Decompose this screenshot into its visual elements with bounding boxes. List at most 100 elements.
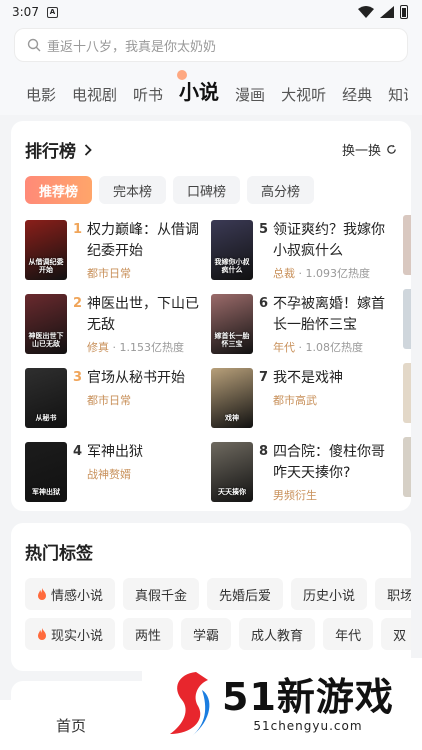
rank-number: 7 [259,370,269,385]
tab-category[interactable]: 漫画 [227,84,273,105]
tab-ranking[interactable]: 完本榜 [99,176,167,204]
book-meta: 修真 · 1.153亿热度 [87,339,211,355]
tag-chip[interactable]: 现实小说 [25,618,116,650]
cover-title: 我嫁你小叔疯什么 [214,258,250,274]
book-tag: 总裁 [273,267,295,280]
book-title: 官场从秘书开始 [87,370,185,386]
book-cover: 从借调纪委开始 [25,220,67,280]
tag-chip[interactable]: 学霸 [181,618,232,650]
tag-label: 真假千金 [135,588,188,604]
ranking-item[interactable]: 从借调纪委开始 1 权力巅峰：从借调纪委开始都市日常 [25,220,211,280]
tag-chip[interactable]: 两性 [123,618,174,650]
tab-ranking[interactable]: 推荐榜 [25,176,93,204]
book-meta: 都市高武 [273,392,397,408]
hot-tags-card: 热门标签 情感小说 真假千金 先婚后爱 历史小说 职场 现实小说 两性 学霸 成人教育 年代 双 [11,523,411,671]
book-title: 神医出世，下山已无敌 [87,296,199,333]
cover-title: 军神出狱 [32,488,60,496]
battery-icon [400,5,408,19]
header: 重返十八岁，我真是你太奶奶 电影电视剧听书小说漫画大视听经典知识 [0,24,422,115]
swap-label: 换一换 [341,144,381,159]
refresh-icon [387,144,396,154]
rank-number: 2 [73,296,83,311]
cover-title: 从借调纪委开始 [28,258,64,274]
book-meta: 都市日常 [87,392,211,408]
ranking-item[interactable]: 神医出世下山已无敌 2 神医出世，下山已无敌修真 · 1.153亿热度 [25,294,211,354]
ranking-tabs: 推荐榜 完本榜 口碑榜 高分榜 [25,176,397,204]
watermark-url: 51chengyu.com [253,719,363,733]
book-cover: 神医出世下山已无敌 [25,294,67,354]
rank-number: 4 [73,444,83,459]
tag-chip[interactable]: 职场 [375,578,411,610]
book-tag: 男频衍生 [273,489,317,502]
tab-category[interactable]: 经典 [334,84,380,105]
notification-icon: A [46,6,58,18]
tag-row: 现实小说 两性 学霸 成人教育 年代 双 [25,618,411,650]
rank-number: 3 [73,370,83,385]
book-meta: 战神赘婿 [87,466,211,482]
wifi-icon [358,6,374,18]
fire-icon [38,628,46,640]
tab-category[interactable]: 电影 [18,84,64,105]
rank-number: 1 [73,222,83,237]
book-cover: 军神出狱 [25,442,67,502]
next-cover-peek [403,289,411,349]
next-cover-peek [403,363,411,423]
ranking-card: 排行榜 换一换 推荐榜 完本榜 口碑榜 高分榜 从借调纪委开始 1 权力巅峰：从借调纪委开… [11,121,411,511]
tab-category[interactable]: 知识 [380,84,408,105]
next-cover-peek [403,215,411,275]
nav-home[interactable]: 首页 [0,700,142,750]
book-cover: 天天揍你 [211,442,253,502]
book-tag: 都市日常 [87,267,131,280]
book-title: 不孕被离婚！嫁首长一胎怀三宝 [273,296,385,333]
book-cover: 戏神 [211,368,253,428]
tag-chip[interactable]: 真假千金 [123,578,200,610]
tag-label: 历史小说 [303,588,356,604]
tag-label: 两性 [135,628,162,644]
cover-title: 嫁首长一胎怀三宝 [214,332,250,348]
book-heat: · 1.08亿热度 [295,341,363,354]
watermark-brand: 51新游戏 [222,675,394,719]
book-title: 领证爽约？我嫁你小叔疯什么 [273,222,385,259]
ranking-title-link[interactable]: 排行榜 [25,137,92,162]
rank-number: 6 [259,296,269,311]
rank-number: 5 [259,222,269,237]
tag-chip[interactable]: 先婚后爱 [207,578,284,610]
tag-label: 成人教育 [251,628,304,644]
tab-category[interactable]: 小说 [171,70,227,105]
signal-icon [380,6,394,18]
ranking-item[interactable]: 军神出狱 4 军神出狱 战神赘婿 [25,442,211,502]
ranking-item[interactable]: 我嫁你小叔疯什么 5 领证爽约？我嫁你小叔疯什么 总裁 · 1.093亿热度 [211,220,397,280]
ranking-item[interactable]: 从秘书 3 官场从秘书开始 都市日常 [25,368,211,428]
tab-category[interactable]: 听书 [125,84,171,105]
book-cover: 我嫁你小叔疯什么 [211,220,253,280]
tag-chip[interactable]: 成人教育 [239,618,316,650]
book-title: 四合院：傻柱你哥咋天天揍你? [273,444,385,481]
tab-ranking[interactable]: 高分榜 [247,176,315,204]
book-tag: 战神赘婿 [87,468,131,481]
book-heat-value: 1.153亿热度 [119,341,185,354]
book-tag: 都市高武 [273,394,317,407]
tag-chip[interactable]: 历史小说 [291,578,368,610]
tag-chip[interactable]: 双 [381,618,411,650]
book-title: 军神出狱 [87,444,143,460]
tab-category[interactable]: 电视剧 [64,84,125,105]
watermark: 51新游戏 51chengyu.com [142,658,422,750]
ranking-item[interactable]: 嫁首长一胎怀三宝 6 不孕被离婚！嫁首长一胎怀三宝 年代 · 1.08亿热度 [211,294,397,354]
cover-title: 戏神 [225,414,239,422]
ranking-item[interactable]: 戏神 7 我不是戏神都市高武 [211,368,397,428]
book-title: 我不是戏神 [273,370,343,386]
tag-label: 年代 [335,628,362,644]
tag-chip[interactable]: 情感小说 [25,578,116,610]
tag-chip[interactable]: 年代 [323,618,374,650]
book-title: 权力巅峰：从借调纪委开始 [87,222,199,259]
search-bar[interactable]: 重返十八岁，我真是你太奶奶 [14,28,408,62]
swap-button[interactable]: 换一换 [342,140,397,159]
tab-category[interactable]: 大视听 [273,84,334,105]
ranking-item[interactable]: 天天揍你 8 四合院：傻柱你哥咋天天揍你? 男频衍生 [211,442,397,502]
ranking-list: 从借调纪委开始 1 权力巅峰：从借调纪委开始都市日常 我嫁你小叔疯什么 5 领证爽约？我嫁… [25,220,397,502]
tag-label: 先婚后爱 [219,588,272,604]
cover-title: 神医出世下山已无敌 [28,332,64,348]
rank-number: 8 [259,444,269,459]
chevron-right-icon [84,143,92,156]
tab-ranking[interactable]: 口碑榜 [173,176,241,204]
